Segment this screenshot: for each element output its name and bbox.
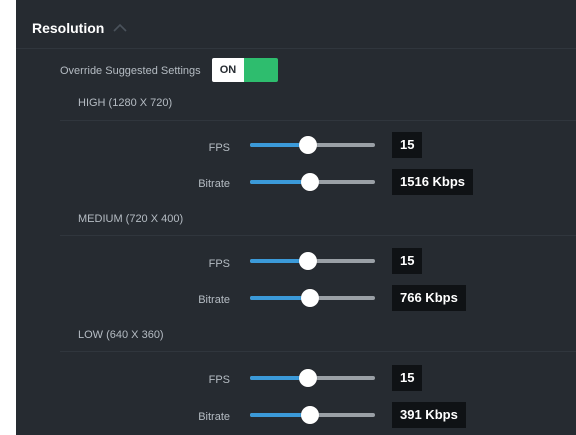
slider-thumb[interactable] <box>299 369 317 387</box>
slider-thumb[interactable] <box>301 289 319 307</box>
section-label-low: LOW (640 X 360) <box>78 329 164 341</box>
resolution-header[interactable]: Resolution <box>32 20 128 36</box>
bitrate-value[interactable]: 766 Kbps <box>392 285 466 311</box>
bitrate-slider[interactable] <box>250 173 375 191</box>
section-divider <box>60 120 576 121</box>
fps-slider[interactable] <box>250 369 375 387</box>
bitrate-value[interactable]: 1516 Kbps <box>392 169 474 195</box>
fps-slider[interactable] <box>250 136 375 154</box>
section-divider <box>60 235 576 236</box>
section-divider <box>60 351 576 352</box>
slider-thumb[interactable] <box>301 406 319 424</box>
toggle-on-label: ON <box>212 58 244 82</box>
section-label-high: HIGH (1280 X 720) <box>78 97 173 109</box>
slider-thumb[interactable] <box>299 252 317 270</box>
bitrate-slider[interactable] <box>250 406 375 424</box>
slider-thumb[interactable] <box>301 173 319 191</box>
fps-value[interactable]: 15 <box>392 248 423 274</box>
bitrate-value[interactable]: 391 Kbps <box>392 402 466 428</box>
bitrate-label: Bitrate <box>198 411 230 423</box>
fps-label: FPS <box>208 374 230 386</box>
section-label-medium: MEDIUM (720 X 400) <box>78 213 184 225</box>
slider-thumb[interactable] <box>299 136 317 154</box>
fps-value[interactable]: 15 <box>392 365 423 391</box>
fps-value[interactable]: 15 <box>392 132 423 158</box>
fps-label: FPS <box>208 258 230 270</box>
override-label: Override Suggested Settings <box>60 65 201 77</box>
header-divider <box>16 48 576 49</box>
fps-label: FPS <box>208 142 230 154</box>
bitrate-slider[interactable] <box>250 289 375 307</box>
toggle-switch-fill <box>244 58 278 82</box>
resolution-title: Resolution <box>32 20 105 36</box>
bitrate-label: Bitrate <box>198 178 230 190</box>
override-toggle[interactable]: ON <box>212 58 278 82</box>
chevron-up-icon[interactable] <box>112 23 128 33</box>
fps-slider[interactable] <box>250 252 375 270</box>
bitrate-label: Bitrate <box>198 294 230 306</box>
settings-panel: Resolution Override Suggested Settings O… <box>16 0 576 435</box>
